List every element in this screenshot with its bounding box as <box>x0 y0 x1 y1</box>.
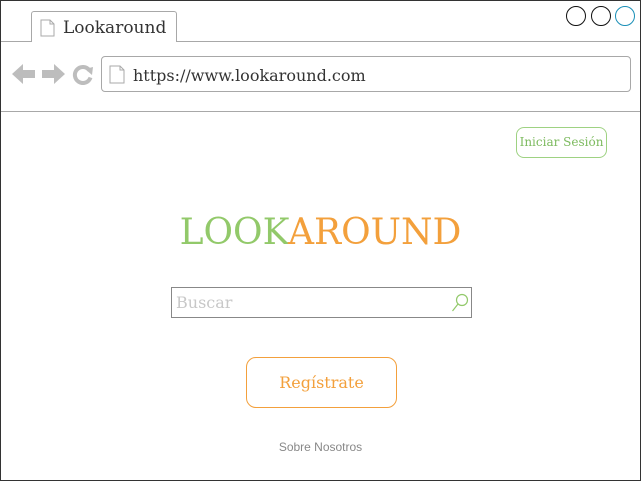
search-icon[interactable] <box>451 293 469 313</box>
maximize-button[interactable] <box>615 6 635 26</box>
forward-arrow-icon[interactable] <box>41 63 65 85</box>
tab-strip-divider <box>1 41 31 42</box>
tab-strip-divider <box>176 41 640 42</box>
about-link[interactable]: Sobre Nosotros <box>1 440 640 454</box>
browser-window: Lookaround https://www.lookaround.com In… <box>0 0 641 481</box>
site-logo: LOOKAROUND <box>1 211 640 255</box>
minimize-button[interactable] <box>566 6 586 26</box>
search-input[interactable] <box>176 291 444 314</box>
login-button[interactable]: Iniciar Sesión <box>516 127 607 158</box>
reload-icon[interactable] <box>72 63 94 85</box>
logo-text-around: AROUND <box>288 212 462 253</box>
restore-button[interactable] <box>591 6 611 26</box>
document-icon <box>109 65 125 84</box>
browser-tab[interactable]: Lookaround <box>31 11 177 42</box>
url-text: https://www.lookaround.com <box>133 66 366 85</box>
document-icon <box>40 19 55 37</box>
search-box <box>171 287 472 318</box>
toolbar-divider <box>1 111 640 112</box>
logo-text-look: LOOK <box>179 212 289 253</box>
tab-title: Lookaround <box>63 18 167 38</box>
address-bar[interactable]: https://www.lookaround.com <box>101 56 631 92</box>
register-button[interactable]: Regístrate <box>246 357 397 408</box>
back-arrow-icon[interactable] <box>12 63 36 85</box>
